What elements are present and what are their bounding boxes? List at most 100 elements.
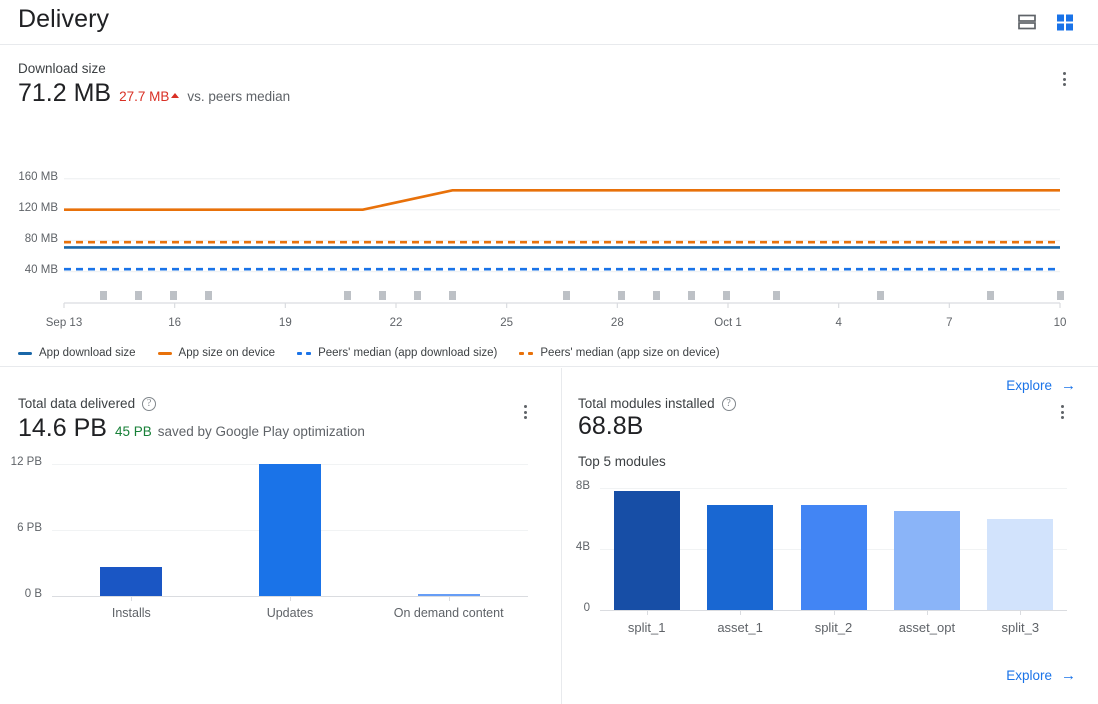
total-modules-title-row: Total modules installed ? [578, 396, 736, 411]
total-data-menu-button[interactable] [513, 400, 537, 424]
x-axis-tick-label: 25 [500, 317, 514, 329]
download-size-delta: 27.7 MB [119, 89, 180, 104]
delivery-page: Delivery Download size 71.2 MB 27.7 MB v… [0, 0, 1098, 704]
download-size-chart-svg [63, 178, 1061, 308]
total-data-value: 14.6 PB [18, 414, 107, 442]
top-modules-bar-chart: 0 4B 8B split_1 asset_1 split_2 asset_opt split… [562, 480, 1098, 660]
total-data-title-row: Total data delivered ? [18, 396, 157, 411]
legend-label: App size on device [178, 347, 276, 359]
release-marker[interactable] [986, 291, 994, 300]
line-series [64, 189, 1060, 211]
y-axis-tick-label: 8B [575, 480, 590, 492]
kebab-dot [523, 410, 527, 414]
release-marker[interactable] [877, 291, 885, 300]
release-marker[interactable] [170, 291, 178, 300]
legend-swatch [18, 351, 32, 355]
total-modules-installed-card: Total modules installed ? 68.8B Top 5 mo… [561, 368, 1098, 704]
list-view-toggle[interactable] [1016, 11, 1038, 33]
download-size-legend: App download size App size on device Peer… [18, 347, 720, 359]
x-axis-tick-label: 4 [835, 317, 842, 329]
x-axis-tick-label: asset_opt [898, 620, 956, 635]
kebab-dot [1062, 83, 1066, 86]
release-marker[interactable] [204, 291, 212, 300]
x-axis-tick-label: On demand content [393, 606, 504, 620]
x-axis-tick-label: Oct 1 [714, 317, 742, 329]
release-marker[interactable] [722, 291, 730, 300]
download-size-delta-text: 27.7 MB [119, 89, 170, 104]
total-modules-subtitle: Top 5 modules [578, 454, 666, 469]
bar[interactable] [707, 504, 774, 610]
bar[interactable] [800, 504, 867, 610]
x-axis-tick-label: split_1 [627, 620, 666, 635]
x-axis-tick-label: split_2 [814, 620, 853, 635]
x-axis-tick [646, 610, 648, 615]
kebab-dot [1060, 410, 1064, 414]
total-data-bar-chart: 0 B 6 PB 12 PB Installs Updates On demand con… [0, 456, 560, 626]
release-marker[interactable] [414, 291, 422, 300]
download-size-menu-button[interactable] [1052, 67, 1076, 91]
y-axis-tick-label: 4B [575, 541, 590, 553]
y-axis-tick-label: 0 B [24, 588, 42, 600]
legend-item[interactable]: App size on device [157, 347, 276, 359]
total-data-saved-note: saved by Google Play optimization [157, 424, 365, 439]
download-size-chart: 40 MB 80 MB 120 MB 160 MB Sep 13 16 19 22 25 28 O… [0, 163, 1098, 338]
x-axis-tick [740, 610, 742, 615]
x-axis-tick [833, 610, 835, 615]
x-axis-tick-label: asset_1 [717, 620, 763, 635]
release-marker[interactable] [618, 291, 626, 300]
legend-label: Peers' median (app download size) [318, 347, 498, 359]
release-marker[interactable] [448, 291, 456, 300]
x-axis-tick-label: 22 [389, 317, 403, 329]
legend-item[interactable]: Peers' median (app size on device) [519, 347, 720, 359]
download-size-card: Download size 71.2 MB 27.7 MB vs. peers … [0, 45, 1098, 393]
bar[interactable] [100, 567, 163, 596]
y-axis-tick-label: 6 PB [17, 522, 42, 534]
total-data-delivered-card: Total data delivered ? 14.6 PB 45 PB sav… [0, 368, 560, 704]
help-icon[interactable]: ? [142, 396, 157, 411]
release-marker[interactable] [379, 291, 387, 300]
delta-up-arrow-icon [171, 93, 180, 98]
help-icon[interactable]: ? [721, 396, 736, 411]
arrow-right-icon: → [1061, 667, 1076, 684]
y-axis-tick-label: 0 [583, 602, 590, 614]
page-title: Delivery [18, 5, 110, 33]
release-marker[interactable] [344, 291, 352, 300]
bar[interactable] [259, 464, 321, 596]
x-axis-tick-label: Installs [111, 606, 151, 620]
x-axis-tick-label: 28 [610, 317, 624, 329]
y-axis-tick-label: 40 MB [24, 263, 58, 276]
y-axis-tick-label: 160 MB [18, 170, 58, 183]
kebab-dot [1060, 416, 1064, 419]
kebab-dot [523, 405, 527, 408]
total-modules-label: Total modules installed [578, 396, 715, 411]
bar[interactable] [987, 518, 1054, 610]
legend-label: App download size [39, 347, 136, 359]
bar[interactable] [893, 510, 960, 610]
bar[interactable] [613, 491, 680, 610]
release-marker[interactable] [563, 291, 571, 300]
release-marker[interactable] [1056, 291, 1064, 300]
release-marker[interactable] [135, 291, 143, 300]
download-size-metric: 71.2 MB 27.7 MB vs. peers median [18, 79, 290, 108]
kebab-dot [1062, 72, 1066, 75]
total-modules-menu-button[interactable] [1050, 400, 1074, 424]
release-marker[interactable] [772, 291, 780, 300]
total-data-saved: 45 PB [114, 424, 152, 439]
view-toggle-group [1016, 11, 1076, 33]
legend-item[interactable]: App download size [18, 347, 136, 359]
release-marker[interactable] [653, 291, 661, 300]
total-modules-value: 68.8B [578, 412, 644, 440]
y-axis-tick-label: 80 MB [24, 232, 58, 245]
x-axis-tick-label: 10 [1053, 317, 1067, 329]
legend-swatch [157, 351, 172, 355]
legend-item[interactable]: Peers' median (app download size) [297, 347, 497, 359]
kebab-dot [1060, 405, 1064, 408]
release-marker[interactable] [100, 291, 108, 300]
y-axis-tick-label: 120 MB [18, 201, 58, 214]
gridline [600, 488, 1067, 489]
total-modules-explore-link[interactable]: Explore → [1006, 668, 1076, 683]
kebab-dot [1062, 77, 1066, 81]
grid-view-toggle[interactable] [1054, 11, 1076, 33]
x-axis-tick-label: 16 [168, 317, 182, 329]
release-marker[interactable] [687, 291, 695, 300]
